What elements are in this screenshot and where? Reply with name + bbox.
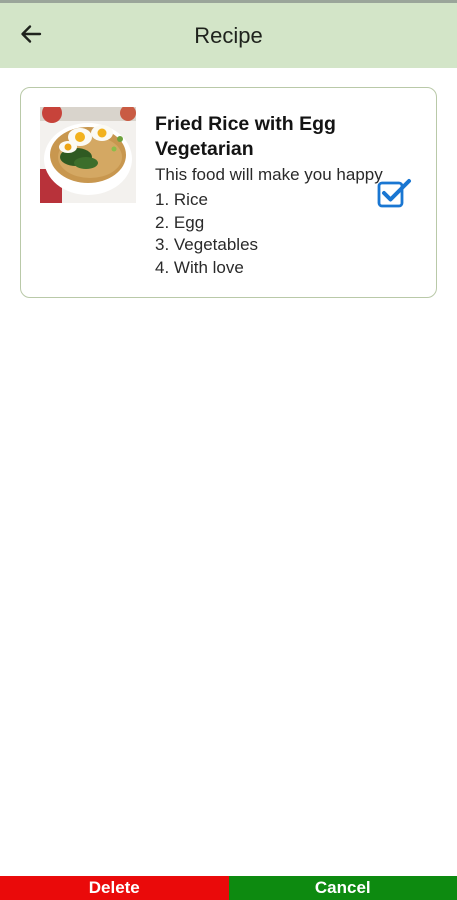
checkbox-checked-icon[interactable] [376,177,412,209]
list-item: 3. Vegetables [155,235,259,254]
cancel-button[interactable]: Cancel [228,876,457,900]
action-bar: Delete Cancel [0,876,457,900]
app-bar: Recipe [0,3,457,68]
recipe-screen: Recipe Fried Rice with Egg Vegetarian Th… [0,0,457,900]
ingredient-list: 1. Rice 2. Egg 3. Vegetables 4. With lov… [155,189,258,279]
page-title: Recipe [194,23,263,48]
delete-button[interactable]: Delete [0,876,229,900]
recipe-card[interactable]: Fried Rice with Egg Vegetarian This food… [20,87,437,298]
list-item: 2. Egg [155,212,205,232]
recipe-image [40,107,136,203]
recipe-title: Fried Rice with Egg Vegetarian [155,113,336,160]
list-item: 1. Rice [155,190,208,209]
list-item: 4. With love [155,257,244,277]
